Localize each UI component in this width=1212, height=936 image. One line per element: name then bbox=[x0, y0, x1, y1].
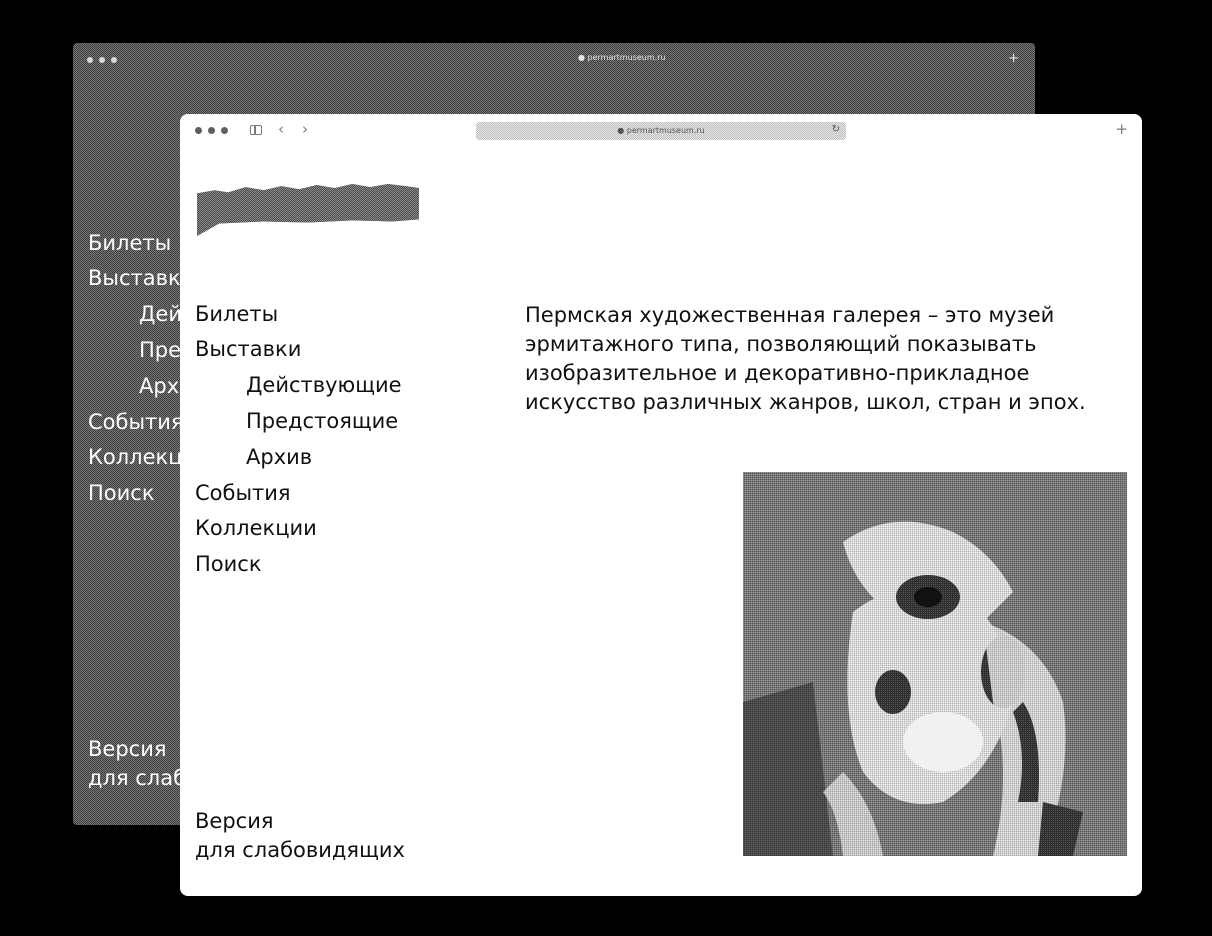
nav-exhibitions-current[interactable]: Действующие bbox=[246, 372, 402, 398]
description-line: эрмитажного типа, позволяющий показывать bbox=[525, 332, 1037, 356]
accessibility-version-link[interactable]: Версия для слабовидящих bbox=[195, 807, 405, 865]
back-arrow-icon[interactable]: ‹ bbox=[278, 120, 284, 138]
nav-exhibitions-archive[interactable]: Архив bbox=[246, 444, 312, 470]
background-window-toolbar: ● permartmuseum.ru + bbox=[73, 43, 1035, 79]
minimize-dot-icon bbox=[99, 57, 105, 63]
museum-logo[interactable] bbox=[197, 184, 419, 236]
nav-exhibitions-upcoming[interactable]: Предстоящие bbox=[246, 408, 398, 434]
accessibility-link-line1: Версия bbox=[195, 809, 274, 833]
new-tab-icon[interactable]: + bbox=[1115, 120, 1128, 138]
description-line: искусство различных жанров, школ, стран … bbox=[525, 390, 1086, 414]
browser-window: ‹ › ● permartmuseum.ru ↻ + Билеты Выстав… bbox=[180, 114, 1142, 896]
background-new-tab-icon: + bbox=[1008, 51, 1019, 66]
close-dot-icon bbox=[87, 57, 93, 63]
nav-collections[interactable]: Коллекции bbox=[195, 515, 317, 541]
sidebar-toggle-icon[interactable] bbox=[250, 125, 262, 135]
nav-events[interactable]: События bbox=[195, 480, 291, 506]
background-footer-line1: Версия bbox=[88, 737, 167, 761]
background-address-text: ● permartmuseum.ru bbox=[578, 53, 666, 62]
artwork-image[interactable] bbox=[743, 472, 1127, 856]
museum-description: Пермская художественная галерея – это му… bbox=[525, 301, 1125, 417]
description-line: Пермская художественная галерея – это му… bbox=[525, 303, 1055, 327]
background-nav-tickets: Билеты bbox=[88, 231, 172, 255]
reload-icon[interactable]: ↻ bbox=[832, 124, 840, 135]
nav-search[interactable]: Поиск bbox=[195, 551, 262, 577]
browser-toolbar: ‹ › ● permartmuseum.ru ↻ + bbox=[180, 114, 1142, 150]
address-bar[interactable]: ● permartmuseum.ru ↻ bbox=[476, 122, 846, 140]
background-nav-events: События bbox=[88, 410, 184, 434]
minimize-window-icon[interactable] bbox=[208, 127, 215, 134]
background-nav-exhibitions: Выставки bbox=[88, 266, 195, 290]
background-nav-search: Поиск bbox=[88, 481, 155, 505]
nav-exhibitions[interactable]: Выставки bbox=[195, 336, 301, 362]
forward-arrow-icon[interactable]: › bbox=[302, 120, 308, 138]
address-text: ● permartmuseum.ru bbox=[617, 126, 705, 135]
nav-tickets[interactable]: Билеты bbox=[195, 301, 278, 327]
accessibility-link-line2: для слабовидящих bbox=[195, 838, 405, 862]
maximize-window-icon[interactable] bbox=[221, 127, 228, 134]
description-line: изобразительное и декоративно-прикладное bbox=[525, 361, 1030, 385]
maximize-dot-icon bbox=[111, 57, 117, 63]
close-window-icon[interactable] bbox=[195, 127, 202, 134]
